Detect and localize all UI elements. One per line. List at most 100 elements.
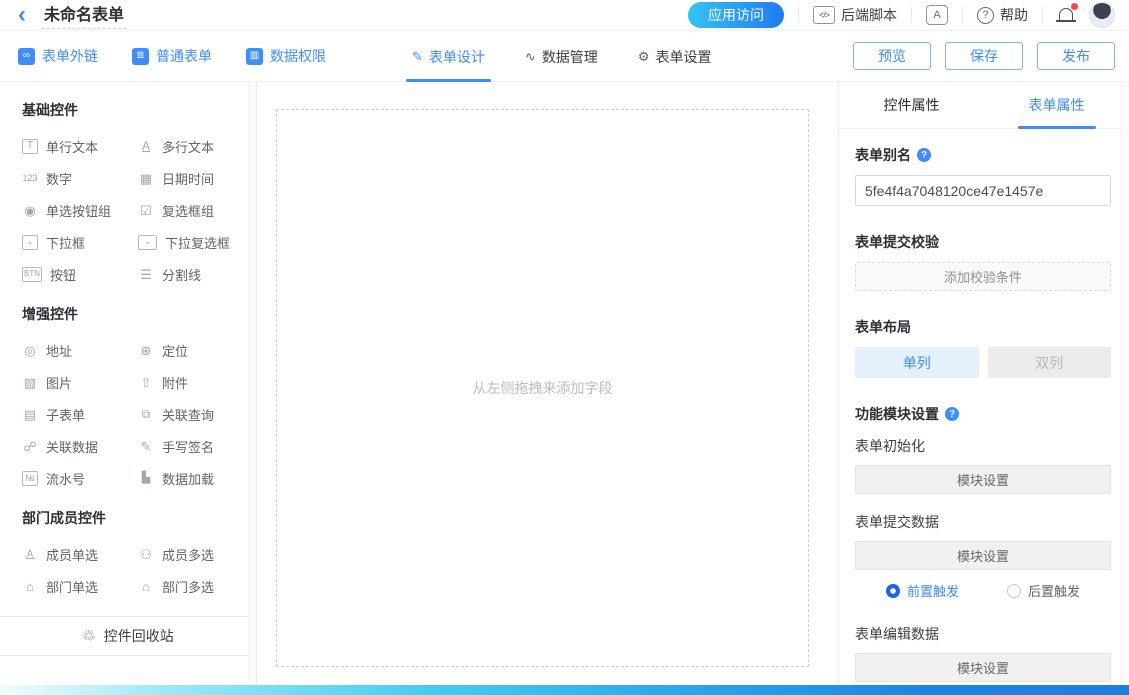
control-label: 关联查询 [162, 405, 214, 424]
app-access-button[interactable]: 应用访问 [688, 2, 784, 28]
control-datetime[interactable]: ▦日期时间 [138, 162, 246, 194]
address-book-icon: A [926, 5, 948, 25]
control-dropdown[interactable]: ⌄下拉框 [22, 226, 138, 258]
control-signature[interactable]: ✎手写签名 [138, 430, 246, 462]
control-attachment[interactable]: ⇧附件 [138, 366, 246, 398]
control-recycle-bin-button[interactable]: ♲ 控件回收站 [0, 617, 256, 655]
checkbox-icon: ☑ [138, 203, 154, 218]
control-subform[interactable]: ▤子表单 [22, 398, 138, 430]
help-button[interactable]: ? 帮助 [977, 5, 1028, 25]
section-title: 基础控件 [22, 100, 246, 120]
data-permission-button[interactable]: ▥ 数据权限 [246, 46, 326, 66]
code-icon: </> [813, 6, 835, 24]
control-divider[interactable]: ☰分割线 [138, 258, 246, 290]
control-linked-query[interactable]: ⧉关联查询 [138, 398, 246, 430]
form-layout-heading: 表单布局 [855, 317, 1111, 337]
layout-double-column-option[interactable]: 双列 [988, 347, 1112, 378]
control-label: 下拉复选框 [165, 233, 230, 252]
control-single-line-text[interactable]: T单行文本 [22, 130, 138, 162]
form-init-module-settings-button[interactable]: 模块设置 [855, 465, 1111, 494]
control-label: 成员单选 [46, 545, 98, 564]
form-designer-app: ‹ 未命名表单 应用访问 </> 后端脚本 A ? 帮助 [0, 0, 1129, 695]
tab-form-settings[interactable]: ⚙ 表单设置 [638, 31, 712, 82]
save-button[interactable]: 保存 [945, 42, 1023, 70]
control-radio-group[interactable]: ◉单选按钮组 [22, 194, 138, 226]
tab-data-management[interactable]: ∿ 数据管理 [525, 31, 598, 82]
modules-help-icon[interactable]: ? [945, 407, 959, 421]
control-number[interactable]: 123数字 [22, 162, 138, 194]
form-alias-label: 表单别名 [855, 145, 911, 165]
panel-scrollbar[interactable] [1121, 82, 1129, 695]
link-icon: ∞ [18, 48, 35, 65]
pre-trigger-label: 前置触发 [907, 581, 959, 600]
form-edit-module-settings-button[interactable]: 模块设置 [855, 653, 1111, 682]
form-settings-icon: ⚙ [638, 49, 650, 65]
control-address[interactable]: ◎地址 [22, 334, 138, 366]
form-validation-label: 表单提交校验 [855, 232, 939, 252]
bar-chart-icon: ▥ [246, 48, 263, 65]
departments-icon: ⌂ [138, 579, 154, 594]
address-book-button[interactable]: A [926, 5, 948, 25]
body: 基础控件 T单行文本 A多行文本 123数字 ▦日期时间 ◉单选按钮组 ☑复选框… [0, 82, 1129, 695]
post-trigger-radio[interactable]: 后置触发 [1007, 581, 1080, 600]
control-multi-line-text[interactable]: A多行文本 [138, 130, 246, 162]
backend-script-button[interactable]: </> 后端脚本 [813, 5, 897, 25]
normal-form-button[interactable]: ≣ 普通表单 [132, 46, 212, 66]
dropdown-icon: ⌄ [22, 235, 38, 250]
control-label: 部门单选 [46, 577, 98, 596]
modules-label: 功能模块设置 [855, 404, 939, 424]
back-icon[interactable]: ‹ [18, 2, 26, 28]
control-checkbox-group[interactable]: ☑复选框组 [138, 194, 246, 226]
form-submit-module-settings-button[interactable]: 模块设置 [855, 541, 1111, 570]
button-icon: BTN [22, 267, 42, 282]
sidebar-divider [0, 655, 256, 656]
control-label: 日期时间 [162, 169, 214, 188]
tab-data-management-label: 数据管理 [542, 47, 598, 67]
control-data-load[interactable]: ▙数据加载 [138, 462, 246, 494]
divider [911, 7, 912, 23]
control-label: 单选按钮组 [46, 201, 111, 220]
canvas-dropzone[interactable]: 从左侧拖拽来添加字段 [276, 109, 809, 667]
pre-trigger-radio[interactable]: 前置触发 [886, 581, 959, 600]
preview-button[interactable]: 预览 [853, 42, 931, 70]
divider [962, 7, 963, 23]
control-member-single[interactable]: ♙成员单选 [22, 538, 138, 570]
control-department-single[interactable]: ⌂部门单选 [22, 570, 138, 602]
control-image[interactable]: ▨图片 [22, 366, 138, 398]
control-member-multi[interactable]: ⚇成员多选 [138, 538, 246, 570]
publish-button[interactable]: 发布 [1037, 42, 1115, 70]
control-button[interactable]: BTN按钮 [22, 258, 138, 290]
control-department-multi[interactable]: ⌂部门多选 [138, 570, 246, 602]
form-layout-label: 表单布局 [855, 317, 911, 337]
multi-dropdown-icon: ⌄ [138, 235, 157, 250]
address-pin-icon: ◎ [22, 343, 38, 358]
control-location[interactable]: ⊕定位 [138, 334, 246, 366]
tab-form-design[interactable]: ✎ 表单设计 [412, 31, 485, 82]
form-external-link-label: 表单外链 [42, 46, 98, 66]
form-edit-data-label: 表单编辑数据 [855, 624, 1111, 644]
tab-form-properties[interactable]: 表单属性 [984, 82, 1129, 128]
add-validation-button[interactable]: 添加校验条件 [855, 262, 1111, 291]
section-enhanced-controls: 增强控件 ◎地址 ⊕定位 ▨图片 ⇧附件 ▤子表单 ⧉关联查询 ☍关联数据 ✎手… [22, 304, 246, 494]
control-multi-dropdown[interactable]: ⌄ 下拉复选框 [138, 226, 246, 258]
layout-single-column-option[interactable]: 单列 [855, 347, 979, 378]
control-label: 关联数据 [46, 437, 98, 456]
radio-unchecked-icon [1007, 584, 1021, 598]
form-title[interactable]: 未命名表单 [42, 1, 126, 29]
form-external-link-button[interactable]: ∞ 表单外链 [18, 46, 98, 66]
control-linked-data[interactable]: ☍ 关联数据 [22, 430, 138, 462]
document-icon: ≣ [132, 48, 149, 65]
form-alias-input[interactable] [855, 175, 1111, 206]
bell-icon [1059, 8, 1073, 20]
data-permission-label: 数据权限 [270, 46, 326, 66]
link-chain-icon: ☍ [22, 439, 38, 454]
section-title: 部门成员控件 [22, 508, 246, 528]
notifications-button[interactable] [1057, 4, 1075, 27]
user-avatar[interactable] [1089, 2, 1115, 28]
control-serial-number[interactable]: №流水号 [22, 462, 138, 494]
post-trigger-label: 后置触发 [1028, 581, 1080, 600]
alias-help-icon[interactable]: ? [917, 148, 931, 162]
sidebar-scrollbar[interactable] [248, 82, 256, 695]
tab-control-properties[interactable]: 控件属性 [839, 82, 984, 128]
controls-sidebar: 基础控件 T单行文本 A多行文本 123数字 ▦日期时间 ◉单选按钮组 ☑复选框… [0, 82, 257, 695]
